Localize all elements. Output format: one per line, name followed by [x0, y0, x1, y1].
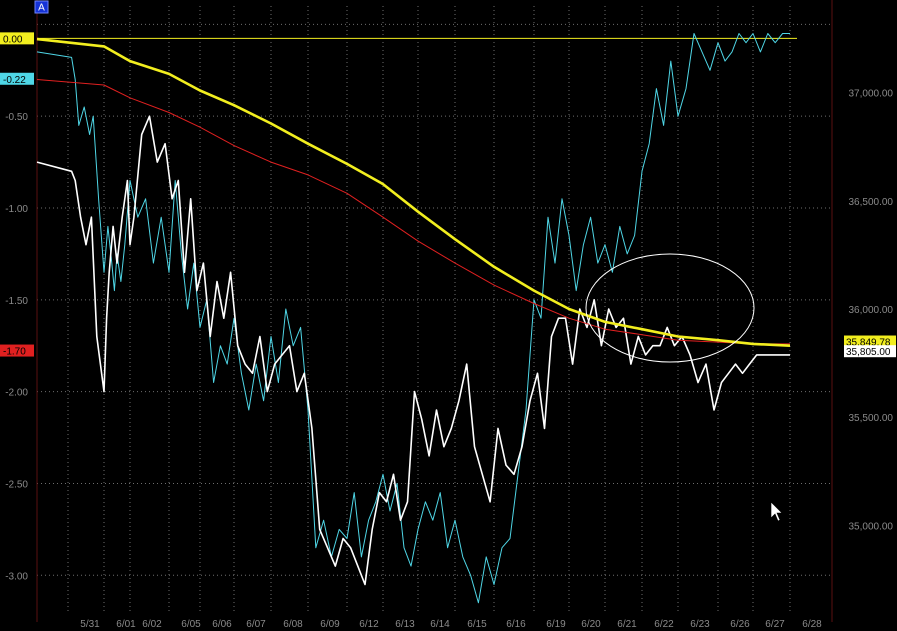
x-tick-label: 6/16: [506, 619, 526, 630]
value-tag-text: -1.70: [3, 347, 26, 358]
right-tick-label: 36,500.00: [849, 197, 894, 208]
value-tag-left: 0.00: [0, 32, 34, 45]
value-tag-text: 0.00: [3, 34, 23, 45]
left-tick-label: -2.00: [5, 388, 28, 399]
x-tick-label: 6/13: [395, 619, 415, 630]
x-tick-label: 6/20: [581, 619, 601, 630]
x-tick-label: 6/14: [430, 619, 450, 630]
value-tag-left: -0.22: [0, 72, 34, 86]
corner-badge-text: A: [38, 3, 45, 14]
value-tag-right: 35,805.00: [844, 345, 896, 358]
x-tick-label: 6/05: [181, 619, 201, 630]
right-tick-label: 35,000.00: [849, 521, 894, 532]
left-tick-label: -2.50: [5, 479, 28, 490]
x-tick-label: 6/09: [320, 619, 340, 630]
x-tick-label: 6/21: [617, 619, 637, 630]
right-tick-label: 35,500.00: [849, 413, 894, 424]
x-tick-label: 5/31: [80, 619, 100, 630]
x-tick-label: 6/27: [765, 619, 785, 630]
left-tick-label: -1.00: [5, 204, 28, 215]
x-tick-label: 6/07: [246, 619, 266, 630]
x-tick-label: 6/12: [359, 619, 379, 630]
right-tick-label: 36,000.00: [849, 305, 894, 316]
x-tick-label: 6/06: [212, 619, 232, 630]
x-tick-label: 6/02: [142, 619, 162, 630]
value-tag-left: -1.70: [0, 344, 34, 358]
x-tick-label: 6/01: [116, 619, 136, 630]
x-tick-label: 6/28: [802, 619, 822, 630]
right-tick-label: 37,000.00: [849, 89, 894, 100]
x-tick-label: 6/08: [283, 619, 303, 630]
x-tick-label: 6/22: [654, 619, 674, 630]
left-tick-label: -0.50: [5, 112, 28, 123]
chart-background: [0, 0, 897, 631]
x-tick-label: 6/23: [690, 619, 710, 630]
x-tick-label: 6/19: [546, 619, 566, 630]
x-tick-label: 6/15: [467, 619, 487, 630]
value-tag-text: -0.22: [3, 75, 26, 86]
left-tick-label: -3.00: [5, 571, 28, 582]
chart-svg: -0.50 -1.00 -1.50 -2.00 -2.50 -3.00 37,000.00…: [0, 0, 897, 631]
corner-badge: A: [34, 0, 49, 14]
value-tag-text: 35,805.00: [846, 347, 891, 358]
x-tick-label: 6/26: [730, 619, 750, 630]
left-tick-label: -1.50: [5, 296, 28, 307]
